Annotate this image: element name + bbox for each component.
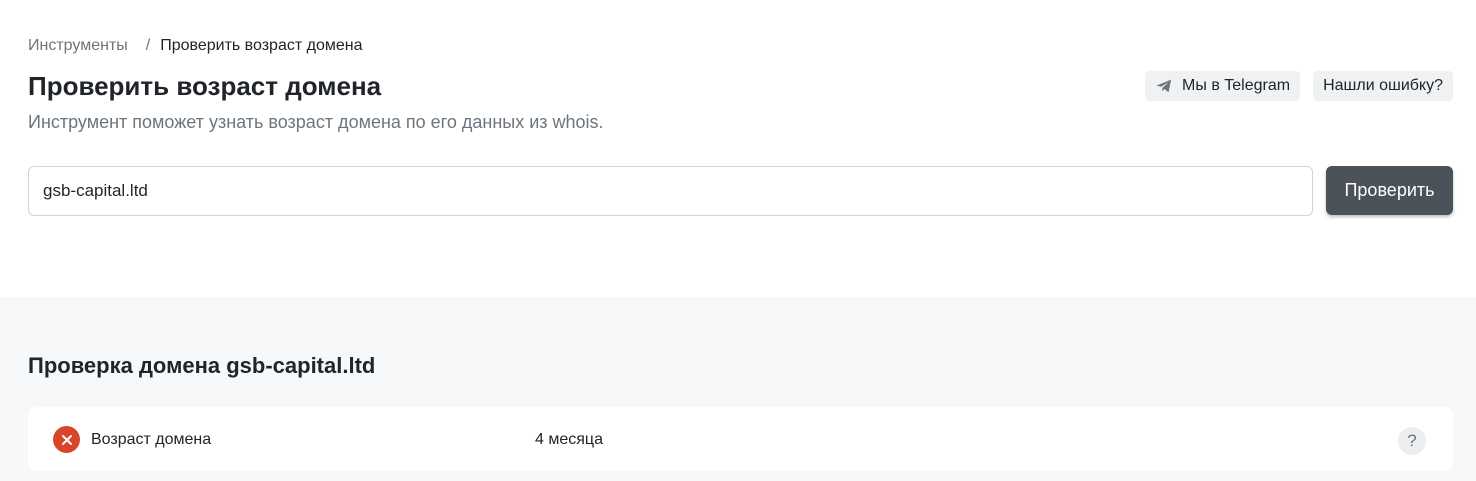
telegram-label: Мы в Telegram xyxy=(1182,77,1291,94)
breadcrumb: Инструменты / Проверить возраст домена xyxy=(28,37,363,55)
breadcrumb-separator: / xyxy=(145,37,151,54)
page-title: Проверить возраст домена xyxy=(28,71,382,101)
breadcrumb-current: Проверить возраст домена xyxy=(160,37,363,54)
result-value: 4 месяца xyxy=(535,431,603,448)
result-title: Проверка домена gsb-capital.ltd xyxy=(28,353,376,378)
page-subtitle: Инструмент поможет узнать возраст домена… xyxy=(28,112,604,132)
telegram-icon xyxy=(1155,77,1173,95)
close-circle-icon xyxy=(53,426,80,453)
report-error-button[interactable]: Нашли ошибку? xyxy=(1313,71,1453,101)
domain-input[interactable] xyxy=(28,166,1313,216)
help-icon[interactable]: ? xyxy=(1398,427,1426,455)
header-actions: Мы в Telegram Нашли ошибку? xyxy=(1145,71,1453,101)
result-label: Возраст домена xyxy=(91,431,212,448)
result-section: Проверка домена gsb-capital.ltd Возраст … xyxy=(0,297,1476,481)
check-button[interactable]: Проверить xyxy=(1326,166,1453,215)
tool-header-section: Инструменты / Проверить возраст домена П… xyxy=(0,0,1476,297)
telegram-button[interactable]: Мы в Telegram xyxy=(1145,71,1301,101)
breadcrumb-link-tools[interactable]: Инструменты xyxy=(28,37,128,55)
result-row: Возраст домена 4 месяца ? xyxy=(28,407,1453,471)
